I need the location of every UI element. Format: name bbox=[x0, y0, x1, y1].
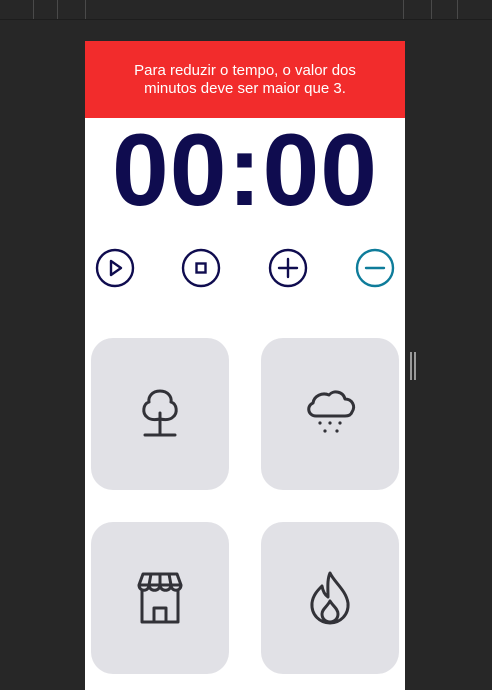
toolbar-divider bbox=[457, 0, 458, 19]
fireplace-sound-card[interactable] bbox=[261, 522, 399, 674]
rain-sound-card[interactable] bbox=[261, 338, 399, 490]
alert-banner: Para reduzir o tempo, o valor dos minuto… bbox=[85, 41, 405, 118]
rain-cloud-icon bbox=[307, 390, 356, 433]
toolbar-divider bbox=[431, 0, 432, 19]
play-icon bbox=[95, 248, 135, 288]
toolbar-divider bbox=[33, 0, 34, 19]
forest-sound-card[interactable] bbox=[91, 338, 229, 490]
stop-icon bbox=[181, 248, 221, 288]
minus-icon bbox=[355, 248, 395, 288]
toolbar-divider bbox=[403, 0, 404, 19]
fire-icon bbox=[310, 571, 350, 625]
plus-icon bbox=[268, 248, 308, 288]
coffee-shop-sound-card[interactable] bbox=[91, 522, 229, 674]
timer-display: 00:00 bbox=[112, 113, 378, 227]
play-button[interactable] bbox=[95, 248, 135, 288]
toolbar-divider bbox=[57, 0, 58, 19]
increase-time-button[interactable] bbox=[268, 248, 308, 288]
decrease-time-button[interactable] bbox=[355, 248, 395, 288]
app-viewport: Para reduzir o tempo, o valor dos minuto… bbox=[85, 41, 405, 690]
resize-handle[interactable] bbox=[410, 352, 416, 380]
toolbar-divider bbox=[85, 0, 86, 19]
stop-button[interactable] bbox=[181, 248, 221, 288]
top-toolbar bbox=[0, 0, 492, 20]
storefront-icon bbox=[137, 572, 183, 624]
alert-message: Para reduzir o tempo, o valor dos minuto… bbox=[134, 61, 356, 97]
tree-icon bbox=[142, 389, 178, 437]
toolbar-border bbox=[0, 19, 492, 20]
